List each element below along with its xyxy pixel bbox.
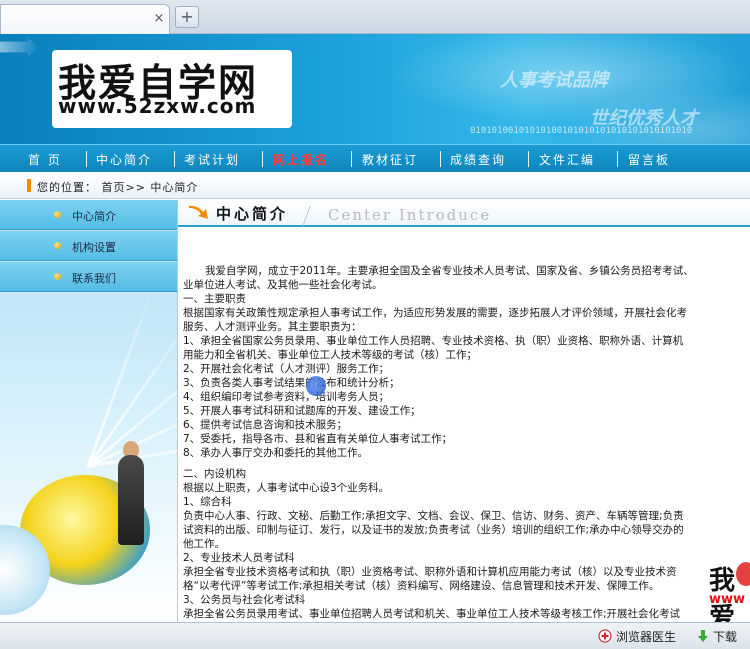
article-line: 格“以考代评”等考试工作;承担相关考试（核）资料编写、网络建设、信息管理和技术开…	[183, 580, 660, 592]
content-title: 中心简介	[216, 205, 289, 223]
article-line: 试资料的出版、印制与征订、发行，以及证书的发放;负责考试（业务）培训的组织工作;…	[183, 524, 684, 536]
nav-home[interactable]: 首 页	[28, 151, 62, 168]
article-line: 6、提供考试信息咨询和技术服务；	[183, 419, 348, 431]
browser-status-bar: 浏览器医生 下载	[0, 622, 750, 649]
article-spacer	[183, 460, 750, 467]
article-line: 业单位进人考试、及其他一些社会化考试。	[183, 279, 383, 291]
site-logo-url: www.52zxw.com	[58, 94, 257, 118]
download-icon	[698, 630, 708, 642]
article-line: 3、负责各类人事考试结果的公布和统计分析；	[183, 377, 400, 389]
nav-divider	[174, 151, 175, 167]
article-line: 用能力和全省机关、事业单位工人技术等级的考试（核）工作；	[183, 349, 477, 361]
arrow-decoration-icon	[0, 38, 40, 56]
sidebar-item-label: 中心简介	[72, 210, 116, 223]
bullet-icon	[54, 273, 61, 280]
sidebar-item-label: 机构设置	[72, 241, 116, 254]
breadcrumb-marker-icon	[27, 179, 31, 192]
article-line: 4、组织编印考试参考资料，培训考务人员；	[183, 391, 390, 403]
sidebar-illustration	[0, 295, 177, 622]
orange-arrow-icon	[189, 205, 208, 219]
watermark-logo: 我爱	[709, 566, 736, 622]
sidebar-item-organization[interactable]: 机构设置	[0, 231, 177, 261]
article-line: 3、公务员与社会化考试科	[183, 594, 306, 606]
article-line: 2、开展社会化考试（人才测评）服务工作；	[183, 363, 390, 375]
browser-tab-strip: × +	[0, 0, 750, 34]
mouse-cursor-highlight	[306, 376, 326, 396]
article-line: 1、承担全省国家公务员录用、事业单位工作人员招聘、专业技术资格、执（职）业资格、…	[183, 335, 684, 347]
nav-divider	[528, 151, 529, 167]
nav-divider	[351, 151, 352, 167]
banner-binary-text: 0101010010101010010101010101010101010101…	[470, 126, 693, 136]
new-tab-button[interactable]: +	[175, 6, 199, 28]
header-divider	[302, 206, 311, 226]
bullet-icon	[54, 211, 61, 218]
article-line: 我爱自学网，成立于2011年。主要承担全国及全省专业技术人员考试、国家及省、乡镇…	[205, 265, 694, 277]
main-content: 中心简介 Center Introduce 我爱自学网，成立于2011年。主要承…	[177, 200, 750, 622]
nav-score-query[interactable]: 成绩查询	[450, 151, 506, 168]
nav-textbook-order[interactable]: 教材征订	[362, 151, 418, 168]
article-line: 7、受委托，指导各市、县和省直有关单位人事考试工作；	[183, 433, 453, 445]
article-line: 服务、人才测评业务。其主要职责为：	[183, 321, 362, 333]
article-line: 承担全省公务员录用考试、事业单位招聘人员考试和机关、事业单位工人技术等级考核工作…	[183, 608, 681, 620]
sidebar: 中心简介 机构设置 联系我们	[0, 200, 177, 622]
article-body: 我爱自学网，成立于2011年。主要承担全国及全省专业技术人员考试、国家及省、乡镇…	[183, 264, 750, 621]
sidebar-item-contact[interactable]: 联系我们	[0, 262, 177, 292]
main-nav: 首 页 中心简介 考试计划 网上报名 教材征订 成绩查询 文件汇编 留言板	[0, 144, 750, 172]
content-header: 中心简介 Center Introduce	[178, 200, 750, 227]
article-line: 根据以上职责，人事考试中心设3个业务科。	[183, 482, 390, 494]
sidebar-item-center-intro[interactable]: 中心简介	[0, 200, 177, 230]
browser-doctor-icon	[598, 629, 612, 643]
article-line: 二、内设机构	[183, 468, 246, 480]
banner-slogan-1: 人事考试品牌	[500, 70, 608, 91]
download-button[interactable]: 下载	[713, 628, 737, 645]
watermark-url: www	[709, 592, 746, 607]
nav-divider	[440, 151, 441, 167]
nav-center-intro[interactable]: 中心简介	[96, 151, 152, 168]
article-line: 1、综合科	[183, 496, 232, 508]
breadcrumb-text[interactable]: 您的位置： 首页>> 中心简介	[37, 179, 198, 195]
article-line: 8、承办人事厅交办和委托的其他工作。	[183, 447, 369, 459]
browser-tab[interactable]: ×	[0, 4, 170, 34]
browser-doctor-button[interactable]: 浏览器医生	[616, 628, 676, 645]
article-line: 2、专业技术人员考试科	[183, 552, 295, 564]
site-banner: 我爱自学网 www.52zxw.com 人事考试品牌 世纪优秀人才 010101…	[0, 34, 750, 144]
article-line: 他工作。	[183, 538, 225, 550]
nav-divider	[86, 151, 87, 167]
sidebar-item-label: 联系我们	[72, 272, 116, 285]
businessman-figure	[118, 455, 144, 545]
nav-exam-plan[interactable]: 考试计划	[184, 151, 240, 168]
article-line: 5、开展人事考试科研和试题库的开发、建设工作；	[183, 405, 421, 417]
nav-document-collection[interactable]: 文件汇编	[539, 151, 595, 168]
nav-divider	[262, 151, 263, 167]
article-line: 负责中心人事、行政、文秘、后勤工作;承担文字、文档、会议、保卫、信访、财务、资产…	[183, 510, 684, 522]
article-line: 承担全省专业技术资格考试和执（职）业资格考试、职称外语和计算机应用能力考试（核）…	[183, 566, 677, 578]
content-title-english: Center Introduce	[328, 206, 492, 224]
bullet-icon	[54, 242, 61, 249]
article-line: 一、主要职责	[183, 293, 246, 305]
breadcrumb: 您的位置： 首页>> 中心简介	[0, 172, 750, 199]
article-line: 根据国家有关政策性规定承担人事考试工作，为适应形势发展的需要，逐步拓展人才评价领…	[183, 307, 687, 319]
nav-divider	[617, 151, 618, 167]
nav-message-board[interactable]: 留言板	[628, 151, 670, 168]
nav-online-registration[interactable]: 网上报名	[273, 151, 329, 168]
tab-close-icon[interactable]: ×	[151, 11, 167, 27]
